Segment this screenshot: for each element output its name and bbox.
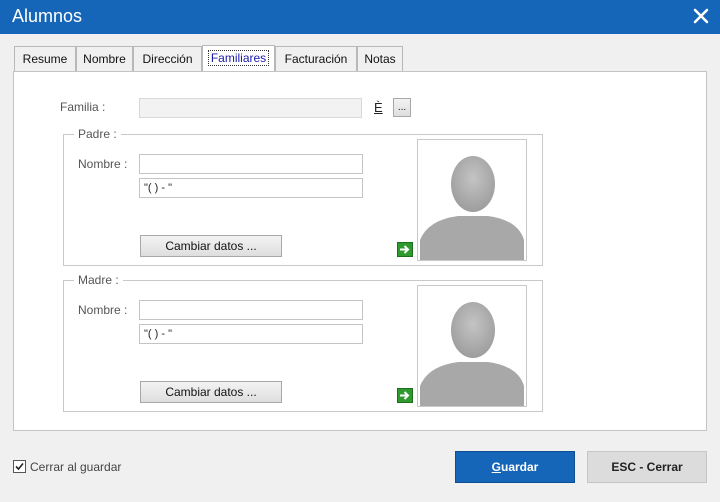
person-placeholder-icon <box>420 302 524 406</box>
padre-nombre-field[interactable] <box>139 154 363 174</box>
madre-nombre-field[interactable] <box>139 300 363 320</box>
close-on-save-label: Cerrar al guardar <box>30 460 122 474</box>
familia-browse-button[interactable]: ... <box>393 98 411 117</box>
familia-glyph-button[interactable]: È <box>374 100 383 115</box>
save-label-rest: uardar <box>500 460 539 474</box>
padre-group: Padre : Nombre : "( ) - " Cambiar datos … <box>63 127 543 266</box>
tab-facturacion[interactable]: Facturación <box>275 46 357 71</box>
window-title: Alumnos <box>12 6 83 26</box>
tab-label: Resume <box>22 52 68 66</box>
padre-arrow-right-icon[interactable] <box>397 242 413 257</box>
close-on-save-checkbox[interactable] <box>13 460 26 473</box>
padre-legend: Padre : <box>74 127 121 141</box>
padre-nombre-label: Nombre : <box>78 157 128 171</box>
tab-label: Facturación <box>284 52 348 66</box>
tab-direccion[interactable]: Dirección <box>133 46 202 71</box>
tab-label: Nombre <box>83 52 126 66</box>
madre-photo[interactable] <box>417 285 527 407</box>
madre-nombre-label: Nombre : <box>78 303 128 317</box>
madre-arrow-right-icon[interactable] <box>397 388 413 403</box>
padre-phone-field[interactable]: "( ) - " <box>139 178 363 198</box>
madre-phone-field[interactable]: "( ) - " <box>139 324 363 344</box>
esc-close-button[interactable]: ESC - Cerrar <box>587 451 707 483</box>
close-icon[interactable] <box>690 5 712 27</box>
familia-field[interactable] <box>139 98 362 118</box>
title-bar: Alumnos <box>0 0 720 34</box>
tab-resume[interactable]: Resume <box>14 46 76 71</box>
tab-label: Dirección <box>142 52 193 66</box>
checkmark-icon <box>15 462 24 471</box>
padre-change-data-button[interactable]: Cambiar datos ... <box>140 235 282 257</box>
madre-group: Madre : Nombre : "( ) - " Cambiar datos … <box>63 273 543 412</box>
tab-label: Familiares <box>207 50 270 66</box>
madre-legend: Madre : <box>74 273 123 287</box>
madre-change-data-button[interactable]: Cambiar datos ... <box>140 381 282 403</box>
padre-photo[interactable] <box>417 139 527 261</box>
save-accelerator: G <box>491 460 501 474</box>
person-placeholder-icon <box>420 156 524 260</box>
save-button[interactable]: Guardar <box>455 451 575 483</box>
tab-familiares[interactable]: Familiares <box>202 45 275 72</box>
tab-notas[interactable]: Notas <box>357 46 403 71</box>
tab-label: Notas <box>364 52 396 66</box>
familia-label: Familia : <box>60 100 106 114</box>
tab-nombre[interactable]: Nombre <box>76 46 133 71</box>
familiares-panel: Familia : È ... Padre : Nombre : "( ) - … <box>13 71 707 431</box>
